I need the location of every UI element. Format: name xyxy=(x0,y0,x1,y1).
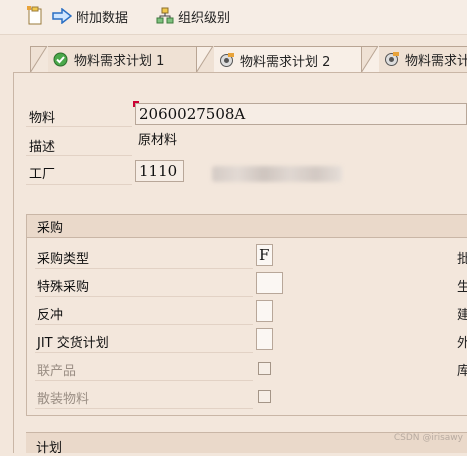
tab-mrp2-label: 物料需求计划 2 xyxy=(240,54,331,70)
org-levels-button[interactable]: 组织级别 xyxy=(156,6,230,26)
clipped-label: 生 xyxy=(457,280,467,295)
clipped-label: 库 xyxy=(457,364,467,379)
gear-status-icon xyxy=(385,52,399,66)
arrow-right-icon xyxy=(52,8,72,24)
document-create-icon xyxy=(27,6,42,25)
tab-edge xyxy=(361,46,379,73)
plant-label: 工厂 xyxy=(29,167,56,182)
tab-mrp1-label: 物料需求计划 1 xyxy=(74,54,165,69)
divider xyxy=(35,408,253,409)
coproduct-label: 联产品 xyxy=(37,364,77,379)
description-value: 原材料 xyxy=(138,133,178,148)
backflush-field[interactable] xyxy=(256,300,273,322)
clipped-label: 外 xyxy=(457,336,467,351)
divider xyxy=(26,184,132,185)
clipped-label: 建 xyxy=(457,308,467,323)
procurement-type-label: 采购类型 xyxy=(37,252,90,267)
clipped-label: 批 xyxy=(457,252,467,267)
divider xyxy=(35,324,253,325)
material-label: 物料 xyxy=(29,111,56,126)
procurement-group: 采购 xyxy=(26,214,467,416)
procurement-title: 采购 xyxy=(37,221,64,236)
jit-schedule-label: JIT 交货计划 xyxy=(37,336,109,351)
coproduct-checkbox[interactable] xyxy=(258,362,271,375)
procurement-type-field[interactable]: F xyxy=(256,244,273,266)
tab-edge xyxy=(196,46,214,73)
plant-field[interactable]: 1110 xyxy=(135,160,184,182)
divider xyxy=(35,380,253,381)
org-structure-icon xyxy=(156,7,174,24)
create-icon-button[interactable] xyxy=(26,6,44,26)
tab-mrp3-label: 物料需求计 xyxy=(405,54,467,69)
tab-edge xyxy=(30,46,48,73)
check-ok-icon xyxy=(53,52,68,67)
description-label: 描述 xyxy=(29,140,56,155)
plant-description-redacted xyxy=(212,166,342,182)
special-procurement-label: 特殊采购 xyxy=(37,280,90,295)
divider xyxy=(26,126,132,127)
tab-mrp3[interactable]: 物料需求计 xyxy=(361,46,467,73)
jit-schedule-field[interactable] xyxy=(256,328,273,350)
org-levels-label: 组织级别 xyxy=(178,10,231,26)
additional-data-label: 附加数据 xyxy=(76,10,129,26)
material-field[interactable]: 2060027508A xyxy=(135,103,467,125)
special-procurement-field[interactable] xyxy=(256,272,283,294)
divider xyxy=(26,155,132,156)
backflush-label: 反冲 xyxy=(37,308,64,323)
divider xyxy=(35,352,253,353)
divider xyxy=(35,268,253,269)
gear-status-icon xyxy=(220,52,234,67)
tab-strip: 物料需求计划 1 物料需求计划 2 物料需求计 xyxy=(0,46,467,73)
tab-mrp1[interactable]: 物料需求计划 1 xyxy=(30,46,210,73)
bulk-material-label: 散装物料 xyxy=(37,392,90,407)
bulk-material-checkbox[interactable] xyxy=(258,390,271,403)
application-toolbar: 附加数据 组织级别 xyxy=(0,0,467,35)
tab-mrp2[interactable]: 物料需求计划 2 xyxy=(196,46,366,73)
procurement-group-header: 采购 xyxy=(27,215,467,238)
watermark: CSDN @irisawy xyxy=(393,433,463,443)
additional-data-button[interactable]: 附加数据 xyxy=(52,6,128,26)
divider xyxy=(35,296,253,297)
